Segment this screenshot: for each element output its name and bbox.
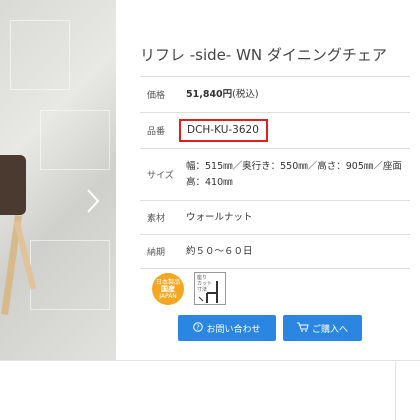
spec-value: ウォールナット <box>186 211 253 223</box>
price-tax: (税込) <box>232 88 259 100</box>
spec-value: 幅：515㎜／奥行き：550㎜／高さ：905㎜／座面 高：410㎜ <box>186 149 410 200</box>
buy-button-label: ご購入へ <box>311 324 348 335</box>
price-value: 51,840円 <box>186 88 233 100</box>
spec-label: 納期 <box>147 248 166 258</box>
size-line: 幅：515㎜／奥行き：550㎜／高さ：905㎜／座面 <box>186 160 402 172</box>
spec-table: 価格 51,840円 (税込) 品番 DCH-KU-3620 サイズ 幅：515… <box>140 76 410 269</box>
size-line: 高：410㎜ <box>186 176 233 188</box>
product-photo <box>0 0 116 360</box>
product-code: DCH-KU-3620 <box>179 119 268 142</box>
spec-label: 価格 <box>147 91 166 101</box>
spec-label: サイズ <box>147 171 174 181</box>
spec-row-price: 価格 51,840円 (税込) <box>140 77 410 113</box>
spec-row-delivery: 納期 約５０～６０日 <box>140 235 410 269</box>
divider <box>0 360 420 361</box>
spec-row-material: 素材 ウォールナット <box>140 201 410 235</box>
svg-text:?: ? <box>197 323 201 331</box>
inquiry-button[interactable]: ? お問い合わせ <box>178 315 276 341</box>
product-title: リフレ -side- WN ダイニングチェア <box>140 46 387 64</box>
spec-row-size: サイズ 幅：515㎜／奥行き：550㎜／高さ：905㎜／座面 高：410㎜ <box>140 149 410 201</box>
spec-value: 51,840円 (税込) <box>186 77 410 112</box>
chair-seat <box>0 155 26 215</box>
cart-icon <box>296 322 309 335</box>
seat-height-badge-icon: 座り カット 寸法 <box>194 272 226 305</box>
question-circle-icon: ? <box>193 321 204 335</box>
badge-text: JAPAN <box>159 292 177 300</box>
spec-value: 約５０～６０日 <box>186 245 253 257</box>
made-in-japan-badge-icon: 日本製品 国産 JAPAN <box>152 273 184 305</box>
buy-button[interactable]: ご購入へ <box>283 315 362 341</box>
spec-label: 素材 <box>147 214 166 224</box>
floor-tile <box>40 110 110 170</box>
floor-tile <box>30 240 110 310</box>
floor-tile <box>10 20 70 90</box>
inquiry-button-label: お問い合わせ <box>206 324 261 335</box>
side-panel-edge <box>395 361 420 420</box>
badge-text: 国産 <box>161 284 175 293</box>
spec-value: DCH-KU-3620 <box>179 113 410 148</box>
chevron-right-icon[interactable] <box>86 188 104 214</box>
spec-row-code: 品番 DCH-KU-3620 <box>140 113 410 149</box>
chair-diagram-icon <box>198 281 218 303</box>
